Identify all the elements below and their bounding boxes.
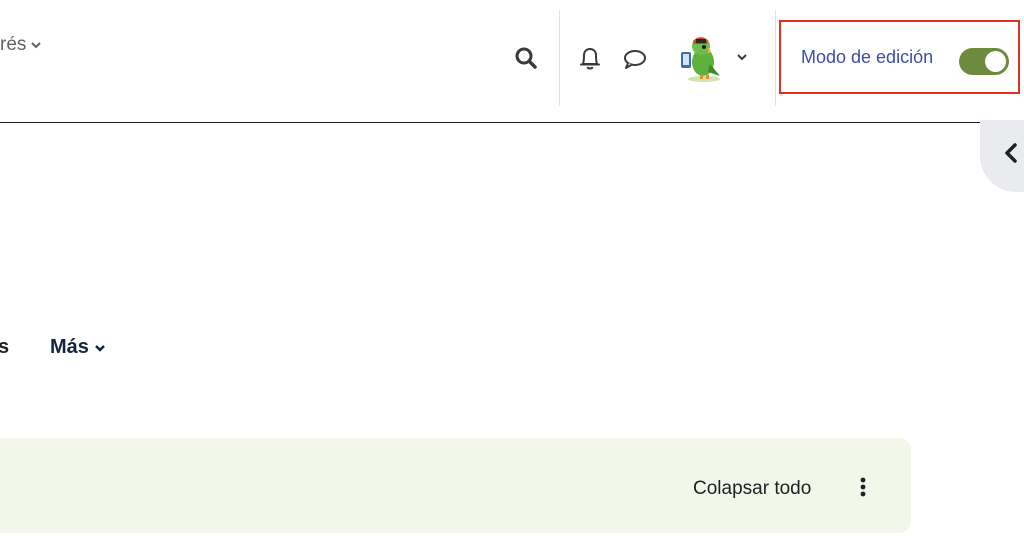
edit-mode-highlight: Modo de edición <box>779 20 1020 94</box>
bell-icon <box>580 48 600 70</box>
notifications-button[interactable] <box>576 44 604 74</box>
toggle-knob <box>985 51 1006 72</box>
edit-mode-toggle[interactable] <box>959 48 1009 75</box>
chevron-down-icon <box>737 54 747 61</box>
chat-bubble-icon <box>624 50 646 69</box>
parrot-avatar <box>681 37 720 82</box>
course-content-header: Colapsar todo <box>0 438 911 533</box>
kebab-icon <box>860 477 866 497</box>
top-navbar: rés Modo de edición <box>0 0 1024 123</box>
edit-mode-label[interactable]: Modo de edición <box>801 47 933 68</box>
search-icon <box>515 47 537 69</box>
navbar-divider <box>559 10 560 106</box>
navbar-divider <box>775 10 776 106</box>
actions-menu-button[interactable] <box>854 476 872 498</box>
chevron-down-icon <box>31 42 42 49</box>
collapse-all-link[interactable]: Colapsar todo <box>693 478 811 500</box>
language-menu[interactable]: rés <box>0 34 42 56</box>
more-menu[interactable]: Más <box>50 336 106 359</box>
more-menu-label: Más <box>50 336 89 358</box>
secondary-nav-item[interactable]: s <box>0 336 9 359</box>
chevron-down-icon <box>95 344 105 352</box>
user-menu[interactable] <box>674 32 754 84</box>
chevron-left-icon <box>1005 143 1017 163</box>
messages-button[interactable] <box>621 46 649 74</box>
open-drawer-button[interactable] <box>980 120 1024 192</box>
language-menu-label: rés <box>0 34 27 55</box>
search-button[interactable] <box>514 46 540 72</box>
